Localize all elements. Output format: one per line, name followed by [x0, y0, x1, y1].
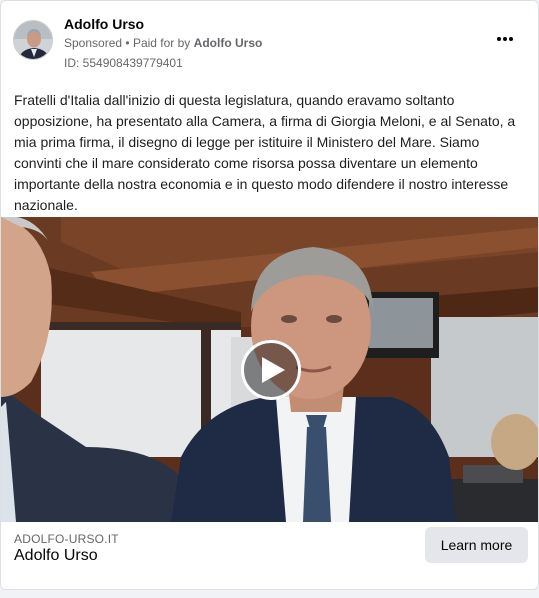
- link-title[interactable]: Adolfo Urso: [14, 547, 98, 565]
- paid-for-prefix: Paid for by: [132, 36, 191, 50]
- more-options-icon: [497, 37, 513, 41]
- learn-more-button[interactable]: Learn more: [425, 527, 528, 563]
- sponsored-label: Sponsored: [64, 36, 123, 50]
- sponsored-line: Sponsored • Paid for by Adolfo Urso: [64, 36, 262, 50]
- ad-video[interactable]: [1, 217, 538, 522]
- play-icon: [262, 357, 285, 383]
- play-button[interactable]: [241, 340, 301, 400]
- ad-id: ID: 554908439779401: [64, 56, 183, 70]
- paid-for-name[interactable]: Adolfo Urso: [194, 36, 263, 50]
- ad-header: Adolfo Urso Sponsored • Paid for by Adol…: [13, 15, 526, 71]
- separator-dot: •: [125, 36, 130, 50]
- ad-card: Adolfo Urso Sponsored • Paid for by Adol…: [0, 0, 539, 590]
- ad-body-text: Fratelli d'Italia dall'inizio di questa …: [14, 92, 516, 213]
- advertiser-avatar[interactable]: [13, 20, 53, 60]
- link-domain[interactable]: ADOLFO-URSO.IT: [14, 532, 119, 546]
- advertiser-name[interactable]: Adolfo Urso: [64, 16, 144, 32]
- more-options-button[interactable]: [494, 31, 516, 47]
- person-portrait-icon: [14, 21, 52, 59]
- ad-footer[interactable]: ADOLFO-URSO.IT Adolfo Urso Learn more: [1, 522, 538, 589]
